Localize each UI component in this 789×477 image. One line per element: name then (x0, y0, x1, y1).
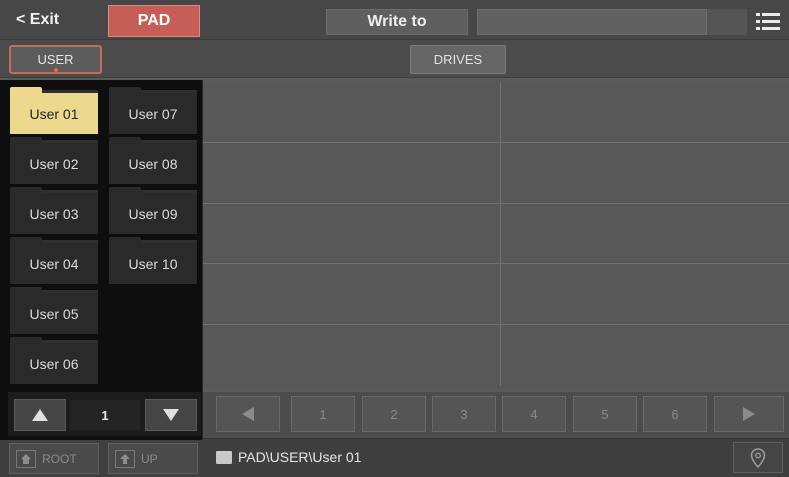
page-button[interactable]: 2 (362, 396, 426, 432)
grid-divider (201, 324, 789, 325)
write-to-label: Write to (326, 9, 468, 35)
folder-popup: User 01 User 02 User 03 User 04 User 05 … (0, 80, 203, 440)
tab-row (0, 40, 789, 78)
grid-divider (500, 82, 501, 386)
triangle-right-icon (743, 407, 755, 421)
location-pin-icon (750, 447, 766, 468)
list-menu-icon (756, 13, 780, 30)
up-arrow-folder-icon (115, 449, 135, 468)
up-button[interactable]: UP (108, 443, 198, 474)
folder-icon (216, 451, 232, 464)
file-list-grid[interactable] (201, 82, 789, 388)
tab-drives[interactable]: DRIVES (410, 45, 506, 74)
locate-button[interactable] (733, 442, 783, 473)
page-button[interactable]: 5 (573, 396, 637, 432)
page-button[interactable]: 6 (643, 396, 707, 432)
folder-user-10[interactable]: User 10 (109, 237, 197, 284)
home-folder-icon (16, 449, 36, 468)
scroll-up-button[interactable] (14, 399, 66, 431)
up-label: UP (141, 451, 158, 466)
exit-button[interactable]: < Exit (6, 4, 86, 36)
triangle-down-icon (163, 409, 179, 421)
page-button[interactable]: 1 (291, 396, 355, 432)
scroll-down-button[interactable] (145, 399, 197, 431)
next-page-button[interactable] (714, 396, 784, 432)
page-button[interactable]: 3 (432, 396, 496, 432)
folder-user-07[interactable]: User 07 (109, 87, 197, 134)
prev-page-button[interactable] (216, 396, 280, 432)
triangle-up-icon (32, 409, 48, 421)
name-field[interactable] (477, 9, 707, 35)
folder-user-09[interactable]: User 09 (109, 187, 197, 234)
triangle-left-icon (242, 407, 254, 421)
page-number: 1 (70, 400, 140, 430)
folder-user-03[interactable]: User 03 (10, 187, 98, 234)
page-button[interactable]: 4 (502, 396, 566, 432)
active-tab-indicator (54, 68, 58, 72)
folder-user-01[interactable]: User 01 (10, 87, 98, 134)
grid-divider (201, 203, 789, 204)
folder-user-02[interactable]: User 02 (10, 137, 98, 184)
grid-divider (201, 263, 789, 264)
name-field-end (707, 9, 747, 35)
root-button[interactable]: ROOT (9, 443, 99, 474)
folder-user-06[interactable]: User 06 (10, 337, 98, 384)
current-path: PAD\USER\User 01 (238, 449, 362, 465)
folder-user-08[interactable]: User 08 (109, 137, 197, 184)
root-label: ROOT (42, 451, 77, 466)
grid-divider (201, 142, 789, 143)
menu-button[interactable] (752, 8, 784, 36)
pad-button[interactable]: PAD (108, 5, 200, 37)
folder-user-05[interactable]: User 05 (10, 287, 98, 334)
folder-user-04[interactable]: User 04 (10, 237, 98, 284)
